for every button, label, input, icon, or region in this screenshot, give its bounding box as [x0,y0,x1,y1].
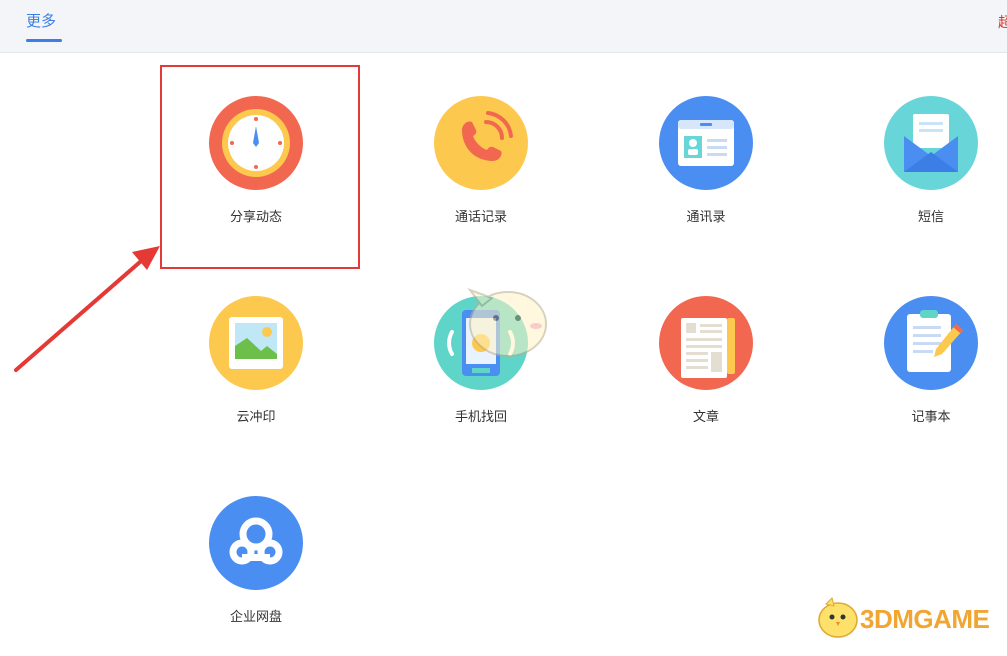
app-label: 通讯录 [686,209,726,224]
watermark-text: 3DMGAME [860,604,990,634]
app-contacts[interactable]: 通讯录 [616,96,796,256]
chick-mascot-icon [818,597,858,638]
article-icon [659,296,753,390]
app-label: 文章 [692,409,719,424]
envelope-icon [884,96,978,190]
cloud-drive-icon [209,496,303,590]
app-label: 企业网盘 [229,609,282,624]
app-label: 短信 [917,209,944,224]
app-label: 记事本 [911,409,951,424]
truncated-header-text[interactable]: 超 [998,12,1007,32]
contact-card-icon [659,96,753,190]
red-arrow-annotation [14,246,160,372]
app-label: 手机找回 [454,409,507,424]
app-label: 通话记录 [454,209,507,224]
app-articles[interactable]: 文章 [616,296,796,456]
app-call-log[interactable]: 通话记录 [391,96,571,256]
watermark: 3DMGAME [812,594,1002,640]
app-label: 云冲印 [236,409,276,424]
photo-icon [209,296,303,390]
app-notepad[interactable]: 记事本 [841,296,1007,456]
notepad-icon [884,296,978,390]
app-sms[interactable]: 短信 [841,96,1007,256]
mascot-watermark-icon [467,287,547,357]
app-enterprise-drive[interactable]: 企业网盘 [166,496,346,656]
phone-icon [434,96,528,190]
